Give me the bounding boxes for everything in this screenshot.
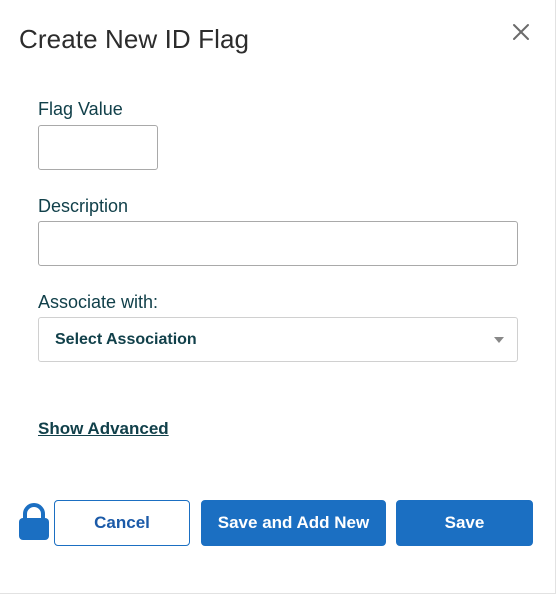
save-button[interactable]: Save [396,500,533,546]
description-input[interactable] [38,221,518,266]
dialog-title: Create New ID Flag [19,24,250,54]
save-and-add-new-button[interactable]: Save and Add New [201,500,386,546]
chevron-down-icon [494,337,504,343]
lock-icon [18,503,50,540]
close-icon [513,24,529,40]
close-button[interactable] [509,20,533,44]
association-select[interactable]: Select Association [38,317,518,362]
associate-with-label: Associate with: [38,292,159,312]
description-label: Description [38,196,129,216]
show-advanced-link[interactable]: Show Advanced [38,419,169,439]
association-select-value: Select Association [55,331,197,348]
create-id-flag-dialog: Create New ID Flag Flag Value Descriptio… [0,0,556,594]
flag-value-input[interactable] [38,125,158,170]
flag-value-label: Flag Value [38,99,123,119]
cancel-button[interactable]: Cancel [54,500,190,546]
